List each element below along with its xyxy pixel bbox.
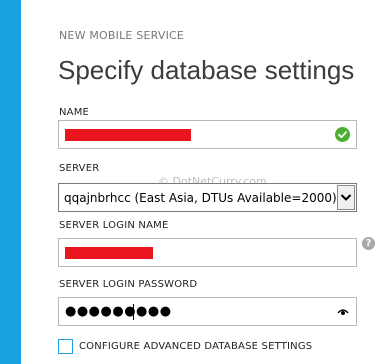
checkmark-circle-icon — [335, 127, 350, 142]
wizard-subtitle: NEW MOBILE SERVICE — [59, 29, 185, 42]
server-selected-value: qqajnbrhcc (East Asia, DTUs Available=20… — [64, 191, 337, 205]
text-caret — [133, 304, 134, 320]
name-field[interactable] — [58, 120, 357, 149]
chevron-down-icon[interactable] — [337, 185, 355, 210]
eye-icon[interactable] — [337, 307, 349, 317]
server-select[interactable]: qqajnbrhcc (East Asia, DTUs Available=20… — [58, 183, 357, 212]
server-login-name-field[interactable] — [58, 238, 357, 267]
name-label: NAME — [59, 107, 90, 118]
server-login-name-label: SERVER LOGIN NAME — [59, 220, 169, 231]
new-mobile-service-wizard: NEW MOBILE SERVICE Specify database sett… — [0, 0, 381, 364]
help-icon[interactable]: ? — [362, 237, 375, 250]
server-login-password-field[interactable]: ●●●●●●●●● — [58, 297, 357, 326]
advanced-settings-checkbox[interactable] — [58, 339, 73, 354]
password-masked-value: ●●●●●●●●● — [65, 304, 172, 319]
wizard-side-bar — [0, 0, 21, 364]
server-login-password-label: SERVER LOGIN PASSWORD — [59, 279, 198, 290]
redacted-login-name-value — [65, 247, 153, 259]
advanced-settings-label[interactable]: CONFIGURE ADVANCED DATABASE SETTINGS — [79, 341, 312, 352]
page-title: Specify database settings — [58, 55, 355, 85]
server-label: SERVER — [59, 163, 100, 174]
redacted-name-value — [65, 129, 191, 141]
